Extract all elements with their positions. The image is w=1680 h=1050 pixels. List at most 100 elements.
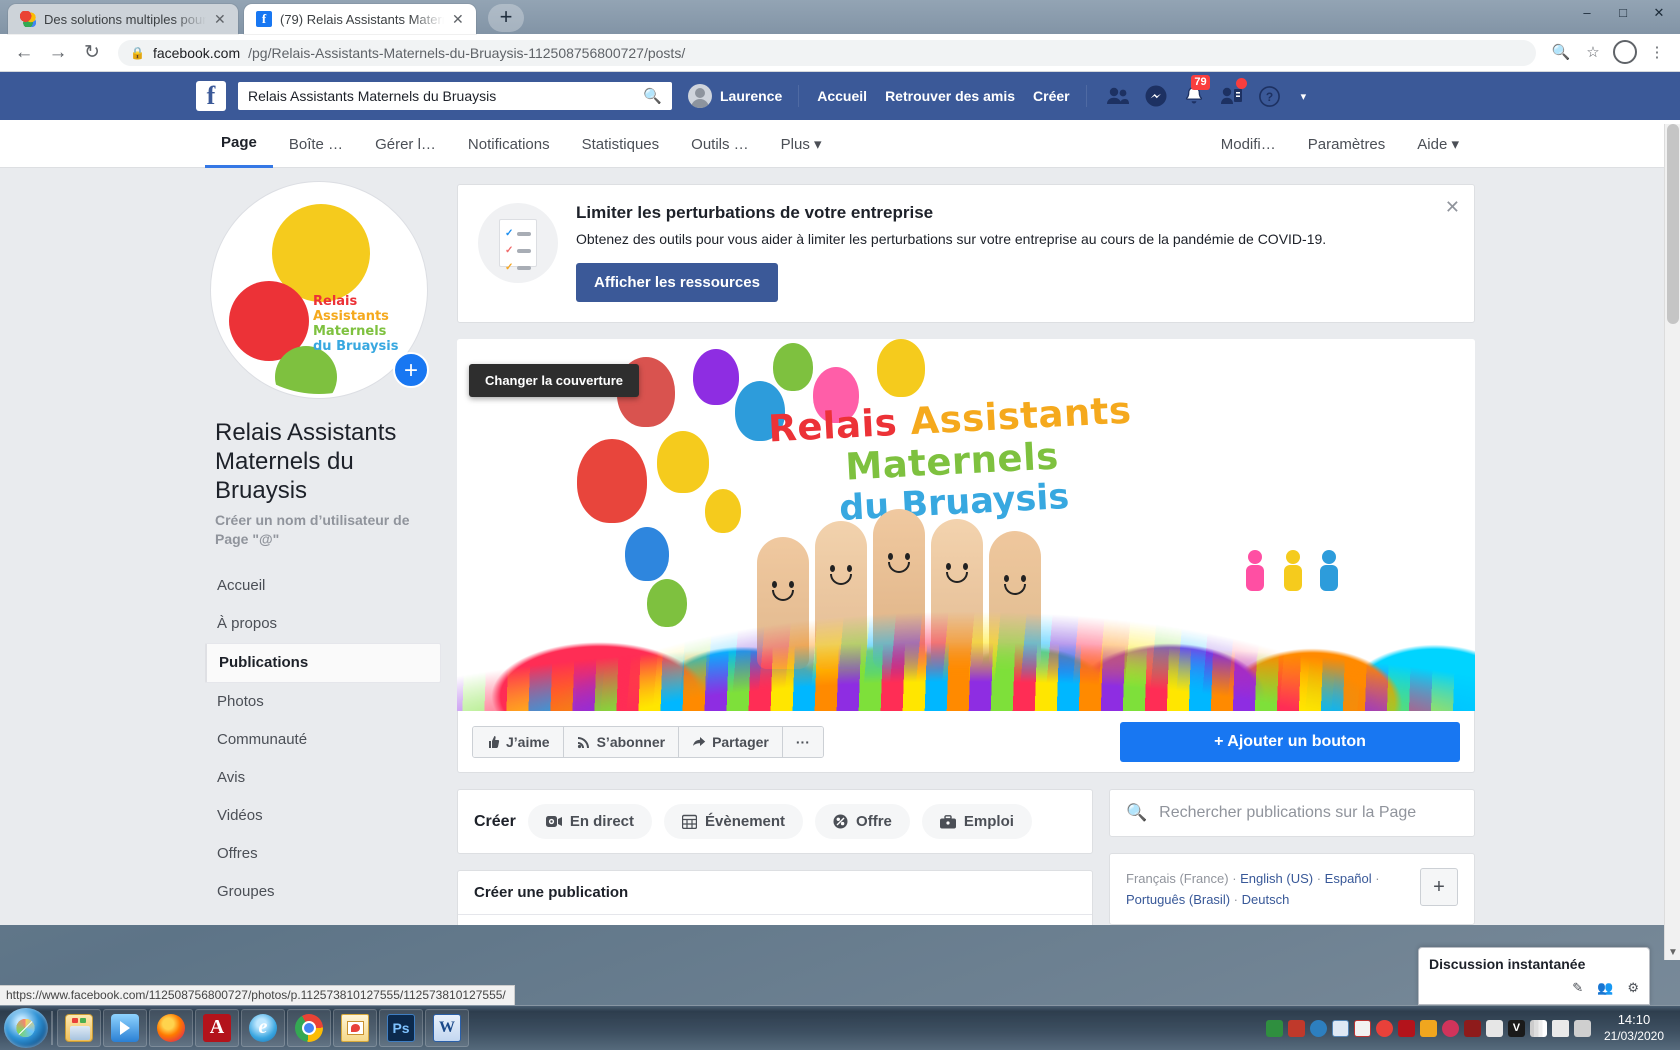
eject-ok-icon[interactable]: [1573, 1019, 1591, 1037]
tab-modifier[interactable]: Modifi…: [1205, 120, 1292, 168]
jaime-button[interactable]: J’aime: [473, 726, 564, 757]
messenger-icon[interactable]: [1139, 81, 1173, 111]
close-icon[interactable]: ✕: [452, 12, 466, 26]
page-scrollbar[interactable]: ▼: [1664, 124, 1680, 960]
sidebar-item-a-propos[interactable]: À propos: [205, 605, 441, 643]
facebook-logo-icon[interactable]: f: [196, 81, 226, 111]
members-icon[interactable]: 👥: [1597, 980, 1613, 996]
browser-tab-1[interactable]: Des solutions multiples pour se f ✕: [8, 4, 238, 34]
sidebar-item-photos[interactable]: Photos: [205, 683, 441, 721]
chevron-down-icon[interactable]: ▼: [1668, 947, 1678, 958]
tab-statistiques[interactable]: Statistiques: [566, 120, 676, 168]
sidebar-item-avis[interactable]: Avis: [205, 759, 441, 797]
recorder-icon[interactable]: [1441, 1019, 1459, 1037]
afficher-les-ressources-button[interactable]: Afficher les ressources: [576, 263, 778, 302]
sabonner-button[interactable]: S’abonner: [563, 726, 680, 757]
friend-requests-icon[interactable]: [1101, 81, 1135, 111]
nav-retrouver-des-amis[interactable]: Retrouver des amis: [885, 88, 1015, 104]
app-icon[interactable]: [1463, 1019, 1481, 1037]
sidebar-item-publications[interactable]: Publications: [205, 643, 441, 683]
tab-page[interactable]: Page: [205, 120, 273, 168]
account-tools-icon[interactable]: [1215, 78, 1249, 111]
sidebar-item-videos[interactable]: Vidéos: [205, 797, 441, 835]
chevron-down-icon[interactable]: ▾: [1301, 90, 1307, 103]
sidebar-item-offres[interactable]: Offres: [205, 835, 441, 873]
language-english[interactable]: English (US): [1240, 871, 1313, 886]
media-player-icon[interactable]: [103, 1009, 147, 1047]
chat-widget[interactable]: Discussion instantanée ✎ 👥 ⚙: [1418, 947, 1650, 1005]
zoom-icon[interactable]: 🔍: [1548, 40, 1574, 66]
v-icon[interactable]: V: [1507, 1019, 1525, 1037]
tab-outils[interactable]: Outils …: [675, 120, 765, 168]
help-icon[interactable]: ?: [1253, 81, 1287, 111]
outlook-icon[interactable]: [333, 1009, 377, 1047]
emploi-button[interactable]: Emploi: [921, 804, 1032, 839]
search-icon[interactable]: 🔍: [637, 87, 668, 105]
browser-tab-2[interactable]: f (79) Relais Assistants Maternels d ✕: [244, 4, 476, 34]
tab-notifications[interactable]: Notifications: [452, 120, 566, 168]
create-username-link[interactable]: Créer un nom d’utilisateur de Page "@": [205, 505, 441, 549]
search-posts-placeholder[interactable]: Rechercher publications sur la Page: [1159, 804, 1416, 822]
close-window-button[interactable]: ✕: [1642, 2, 1676, 24]
office-icon[interactable]: [1419, 1019, 1437, 1037]
sync-ok-icon[interactable]: [1485, 1019, 1503, 1037]
photoshop-icon[interactable]: Ps: [379, 1009, 423, 1047]
maximize-button[interactable]: □: [1606, 2, 1640, 24]
adobe-reader-icon[interactable]: A: [195, 1009, 239, 1047]
forward-icon[interactable]: →: [44, 39, 72, 67]
tab-plus[interactable]: Plus ▾: [765, 120, 838, 168]
tab-aide[interactable]: Aide ▾: [1401, 120, 1475, 168]
tab-gerer[interactable]: Gérer l…: [359, 120, 452, 168]
explorer-icon[interactable]: [57, 1009, 101, 1047]
firefox-icon[interactable]: [149, 1009, 193, 1047]
close-icon[interactable]: ✕: [214, 12, 228, 26]
address-bar[interactable]: 🔒 facebook.com/pg/Relais-Assistants-Mate…: [118, 39, 1536, 66]
user-menu[interactable]: Laurence: [688, 84, 782, 108]
back-icon[interactable]: ←: [10, 39, 38, 67]
menu-icon[interactable]: ⋮: [1644, 40, 1670, 66]
flag-error-icon[interactable]: [1353, 1019, 1371, 1037]
chrome-icon[interactable]: [287, 1009, 331, 1047]
taskbar-clock[interactable]: 14:10 21/03/2020: [1596, 1011, 1674, 1045]
language-deutsch[interactable]: Deutsch: [1242, 892, 1290, 907]
more-languages-button[interactable]: +: [1420, 868, 1458, 906]
reload-icon[interactable]: ↻: [78, 39, 106, 67]
opera-icon[interactable]: [1375, 1019, 1393, 1037]
compose-icon[interactable]: ✎: [1572, 980, 1583, 996]
search-posts-card[interactable]: 🔍 Rechercher publications sur la Page: [1109, 789, 1475, 837]
network-ok-icon[interactable]: [1265, 1019, 1283, 1037]
tab-parametres[interactable]: Paramètres: [1292, 120, 1402, 168]
close-icon[interactable]: ✕: [1445, 197, 1460, 218]
offre-button[interactable]: Offre: [815, 804, 910, 839]
scrollbar-thumb[interactable]: [1667, 124, 1679, 324]
composer-body[interactable]: Écrivez une publication...: [458, 915, 1092, 925]
tool-icon[interactable]: [1331, 1019, 1349, 1037]
search-input[interactable]: [248, 88, 638, 104]
language-espanol[interactable]: Español: [1325, 871, 1372, 886]
minimize-button[interactable]: –: [1570, 2, 1604, 24]
add-photo-icon[interactable]: +: [393, 352, 429, 388]
notifications-icon[interactable]: 79: [1177, 75, 1211, 111]
profile-picture-container[interactable]: Relais Assistants Maternels du Bruaysis …: [211, 182, 435, 406]
more-options-button[interactable]: ···: [782, 726, 823, 757]
star-icon[interactable]: ☆: [1580, 40, 1606, 66]
changer-la-couverture-button[interactable]: Changer la couverture: [469, 364, 639, 397]
nav-accueil[interactable]: Accueil: [817, 88, 867, 104]
volume-icon[interactable]: [1551, 1019, 1569, 1037]
en-direct-button[interactable]: En direct: [527, 804, 652, 839]
settings-icon[interactable]: ⚙: [1627, 980, 1639, 996]
internet-explorer-icon[interactable]: e: [241, 1009, 285, 1047]
profile-icon[interactable]: [1612, 39, 1638, 66]
evenement-button[interactable]: Évènement: [664, 804, 804, 839]
word-icon[interactable]: W: [425, 1009, 469, 1047]
ccu-icon[interactable]: [1287, 1019, 1305, 1037]
cover-photo[interactable]: Relais Assistants Maternels du Bruaysis: [457, 339, 1475, 711]
adobe-icon[interactable]: [1397, 1019, 1415, 1037]
facebook-search-box[interactable]: 🔍: [238, 82, 672, 110]
language-portugues[interactable]: Português (Brasil): [1126, 892, 1230, 907]
partager-button[interactable]: Partager: [679, 726, 783, 757]
sidebar-item-accueil[interactable]: Accueil: [205, 567, 441, 605]
start-orb-icon[interactable]: [4, 1008, 48, 1048]
sidebar-item-communaute[interactable]: Communauté: [205, 721, 441, 759]
new-tab-button[interactable]: +: [488, 4, 524, 32]
